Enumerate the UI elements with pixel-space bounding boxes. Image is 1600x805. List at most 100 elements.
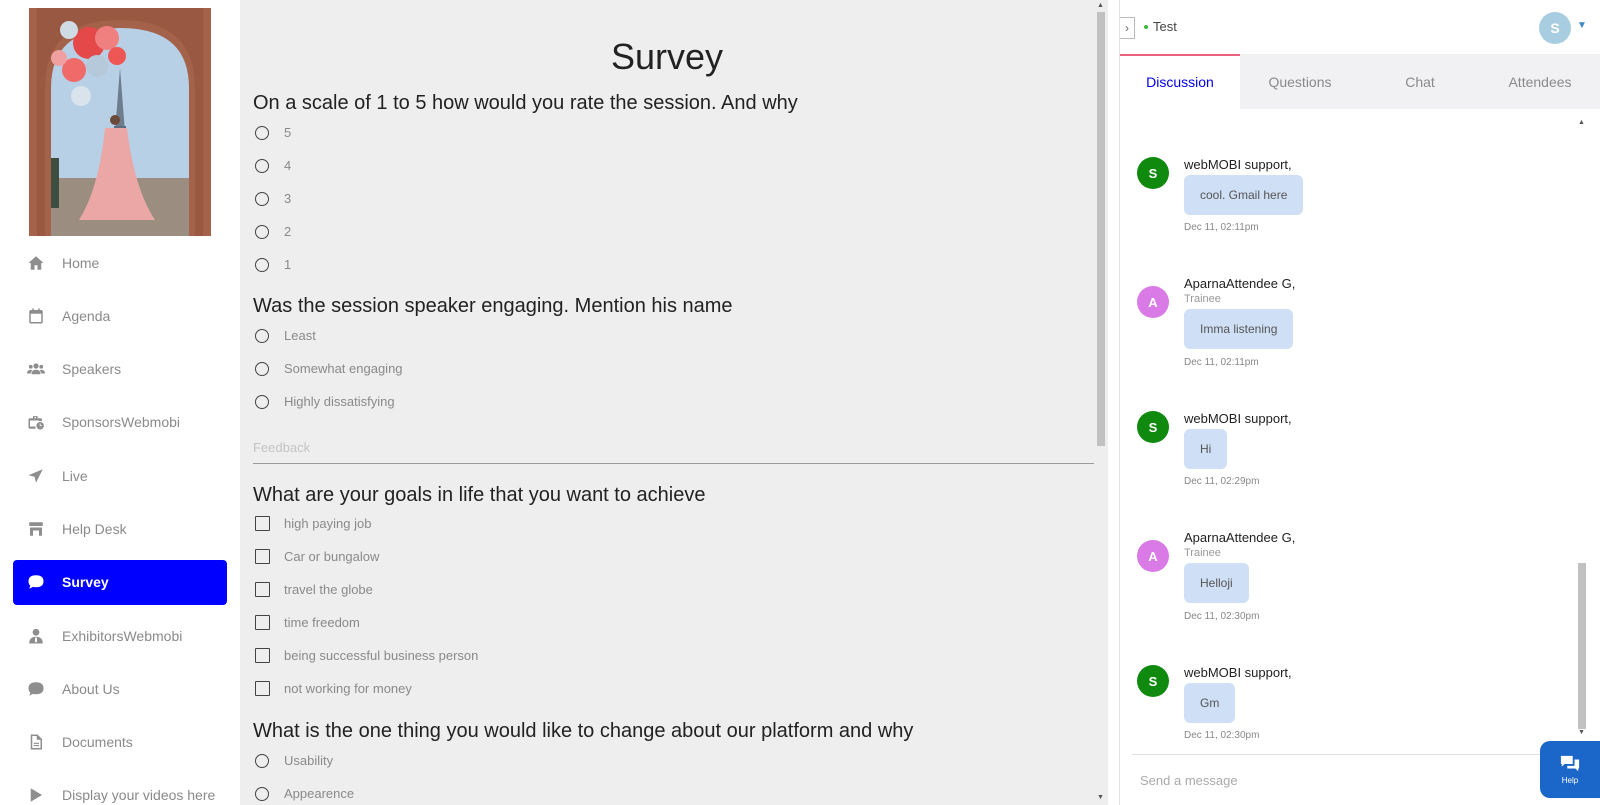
checkbox[interactable] [255,582,270,597]
survey-scrollbar[interactable]: ▲ ▼ [1094,0,1108,805]
event-name-label: Test [1153,19,1177,34]
checkbox[interactable] [255,648,270,663]
option-label: 3 [284,191,292,206]
sidebar-item-label: Agenda [62,307,111,324]
sidebar-item-live[interactable]: Live [13,453,227,498]
sidebar-item-survey[interactable]: Survey [13,559,227,605]
sidebar-item-sponsors[interactable]: SponsorsWebmobi [13,400,227,445]
scroll-down-arrow-icon[interactable]: ▼ [1097,794,1104,801]
q2-option-highly-dissatisfying[interactable]: Highly dissatisfying [255,394,395,409]
radio-button[interactable] [255,158,269,173]
page-title: Survey [610,36,724,77]
comment-icon [25,571,47,593]
q1-option-2[interactable]: 2 [255,224,291,239]
message-input[interactable] [1132,755,1586,805]
option-label: Usability [284,753,334,768]
sidebar-item-label: Home [62,254,100,271]
scroll-up-arrow-icon[interactable]: ▲ [1578,119,1585,126]
checkbox[interactable] [255,615,270,630]
message-bubble: cool. Gmail here [1184,175,1304,215]
message-author-role: Trainee [1184,293,1221,305]
checkbox[interactable] [255,516,270,531]
sidebar: Home Agenda Speakers SponsorsWebmobi Liv… [0,0,240,805]
tab-questions[interactable]: Questions [1240,54,1360,109]
radio-button[interactable] [255,753,269,768]
sidebar-item-documents[interactable]: Documents [13,720,227,765]
radio-button[interactable] [255,786,269,801]
question-1: On a scale of 1 to 5 how would you rate … [253,92,798,114]
sidebar-item-home[interactable]: Home [13,240,227,285]
sidebar-item-label: Live [62,467,88,484]
radio-button[interactable] [255,361,269,376]
q2-option-somewhat-engaging[interactable]: Somewhat engaging [255,361,403,376]
avatar: S [1137,157,1169,189]
scroll-up-arrow-icon[interactable]: ▲ [1097,2,1104,9]
checkbox[interactable] [255,681,270,696]
q3-option-travel-the-globe[interactable]: travel the globe [255,582,373,597]
collapse-panel-button[interactable]: › [1120,17,1135,39]
chevron-right-icon: › [1125,21,1129,35]
option-label: Highly dissatisfying [284,394,395,409]
q1-option-3[interactable]: 3 [255,191,291,206]
q1-option-5[interactable]: 5 [255,125,291,140]
calendar-icon [25,305,47,327]
option-label: 1 [284,257,292,272]
help-label: Help [1561,776,1579,785]
sidebar-item-about-us[interactable]: About Us [13,666,227,711]
sidebar-item-videos[interactable]: Display your videos here [13,773,227,805]
checkbox[interactable] [255,549,270,564]
tab-chat[interactable]: Chat [1360,54,1480,109]
message-bubble: Gm [1184,683,1236,723]
q3-option-not-working-for-money[interactable]: not working for money [255,681,412,696]
option-label: Car or bungalow [284,549,380,564]
chevron-down-icon[interactable]: ▼ [1577,20,1587,31]
feedback-input[interactable] [253,432,1094,464]
sidebar-item-speakers[interactable]: Speakers [13,347,227,392]
q3-option-high-paying-job[interactable]: high paying job [255,516,371,531]
q3-option-car-or-bungalow[interactable]: Car or bungalow [255,549,379,564]
tab-attendees[interactable]: Attendees [1480,54,1600,109]
q4-option-usability[interactable]: Usability [255,753,333,768]
tab-discussion[interactable]: Discussion [1120,54,1240,109]
chat-bubbles-icon [1560,755,1580,772]
q3-option-time-freedom[interactable]: time freedom [255,615,360,630]
event-banner-image [29,8,211,236]
sidebar-item-label: About Us [62,680,120,697]
message-scrollbar[interactable]: ▲ ▼ [1576,117,1588,742]
radio-button[interactable] [255,224,269,239]
q2-option-least[interactable]: Least [255,328,316,343]
sidebar-item-exhibitors[interactable]: ExhibitorsWebmobi [13,613,227,658]
comment-icon [25,678,47,700]
sidebar-item-help-desk[interactable]: Help Desk [13,506,227,551]
radio-button[interactable] [255,257,269,272]
scrollbar-thumb[interactable] [1097,12,1105,446]
sidebar-item-label: Display your videos here [62,787,216,804]
sidebar-item-agenda[interactable]: Agenda [13,293,227,338]
question-4: What is the one thing you would like to … [253,720,914,742]
option-label: being successful business person [284,648,479,663]
radio-button[interactable] [255,125,269,140]
user-avatar[interactable]: S [1539,12,1571,44]
q4-option-appearence[interactable]: Appearence [255,786,354,801]
option-label: high paying job [284,516,372,531]
message-time: Dec 11, 02:29pm [1184,476,1260,487]
option-label: not working for money [284,681,412,696]
q3-option-successful-business-person[interactable]: being successful business person [255,648,478,663]
home-icon [25,252,47,274]
help-button[interactable]: Help [1540,741,1600,798]
paper-plane-icon [25,465,47,487]
sidebar-item-label: ExhibitorsWebmobi [62,627,183,644]
q1-option-1[interactable]: 1 [255,257,291,272]
sidebar-item-label: Survey [62,574,109,591]
scroll-down-arrow-icon[interactable]: ▼ [1578,729,1585,736]
message-time: Dec 11, 02:11pm [1184,222,1259,233]
radio-button[interactable] [255,191,269,206]
radio-button[interactable] [255,394,269,409]
event-name: Test [1144,19,1177,34]
scrollbar-thumb[interactable] [1578,563,1586,729]
q1-option-4[interactable]: 4 [255,158,291,173]
radio-button[interactable] [255,328,269,343]
option-label: Least [284,328,316,343]
message-list: S webMOBI support, cool. Gmail here Dec … [1120,115,1586,740]
users-icon [25,358,47,380]
